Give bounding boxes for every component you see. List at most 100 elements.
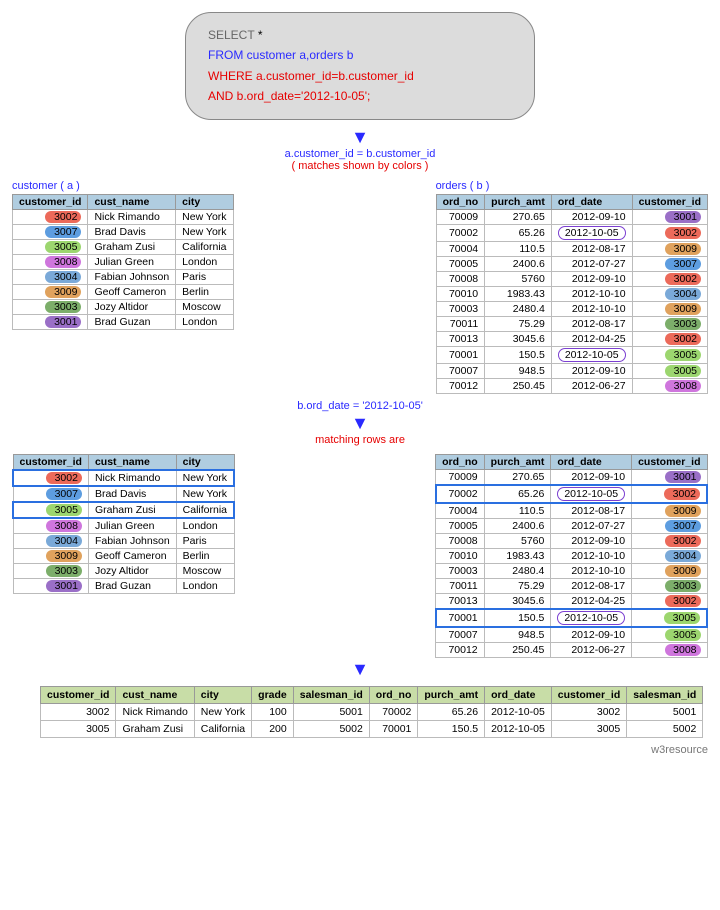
- ord-date: 2012-09-10: [551, 271, 632, 286]
- result-row: 3002Nick RimandoNew York10050017000265.2…: [41, 703, 703, 720]
- order-row: 700032480.42012-10-103009: [436, 301, 707, 316]
- order-row: 700101983.432012-10-103004: [436, 286, 707, 301]
- ord-date: 2012-10-10: [551, 301, 632, 316]
- purch-amt: 250.45: [484, 642, 551, 657]
- ord-no: 70007: [436, 627, 485, 643]
- q3b: a.customer_id=b.customer_id: [256, 69, 414, 83]
- order-row: 70004110.52012-08-173009: [436, 241, 707, 256]
- col-ord_no: ord_no: [369, 686, 418, 703]
- order-customer-id-chip: 3002: [665, 333, 701, 345]
- cust-city: New York: [176, 209, 233, 224]
- customer-row: 3005Graham ZusiCalifornia: [13, 502, 234, 518]
- purch-amt: 3045.6: [485, 331, 552, 346]
- customer-id-chip: 3004: [46, 535, 82, 547]
- result-cell: 3005: [551, 720, 626, 737]
- sql-query-box: SELECT * FROM customer a,orders b WHERE …: [185, 12, 535, 120]
- cust-city: California: [176, 502, 234, 518]
- result-cell: 3002: [551, 703, 626, 720]
- tables-row-2: customer_idcust_namecity3002Nick Rimando…: [12, 454, 708, 658]
- cust-city: Berlin: [176, 284, 233, 299]
- col-purch_amt: purch_amt: [484, 454, 551, 469]
- ord-date: 2012-09-10: [551, 627, 632, 643]
- result-row: 3005Graham ZusiCalifornia200500270001150…: [41, 720, 703, 737]
- customer-row: 3002Nick RimandoNew York: [13, 209, 234, 224]
- ord-date: 2012-04-25: [551, 593, 632, 609]
- customer-id-chip: 3003: [45, 301, 81, 313]
- col-grade: grade: [252, 686, 294, 703]
- order-customer-id-chip: 3009: [665, 303, 701, 315]
- order-customer-id-chip: 3007: [665, 520, 701, 532]
- customer-row: 3004Fabian JohnsonParis: [13, 269, 234, 284]
- ord-date: 2012-09-10: [551, 469, 632, 485]
- q2b: customer a,orders b: [247, 48, 354, 62]
- ord-date: 2012-07-27: [551, 256, 632, 271]
- col-city: city: [176, 194, 233, 209]
- purch-amt: 110.5: [485, 241, 552, 256]
- col-cust_name: cust_name: [116, 686, 194, 703]
- cust-name: Brad Davis: [88, 224, 176, 239]
- customer-id-chip: 3005: [46, 504, 82, 516]
- result-table: customer_idcust_namecitygradesalesman_id…: [40, 686, 703, 738]
- ord-no: 70009: [436, 209, 485, 224]
- customer-id-chip: 3003: [46, 565, 82, 577]
- col-customer_id: customer_id: [632, 194, 707, 209]
- ord-no: 70004: [436, 241, 485, 256]
- ord-date: 2012-10-10: [551, 563, 632, 578]
- orders-table-highlighted: ord_nopurch_amtord_datecustomer_id700092…: [435, 454, 708, 658]
- cust-city: London: [176, 578, 234, 593]
- purch-amt: 2480.4: [485, 301, 552, 316]
- order-customer-id-chip: 3001: [665, 211, 701, 223]
- ord-date: 2012-08-17: [551, 503, 632, 519]
- ord-date: 2012-10-05: [551, 609, 632, 627]
- kw-from: FROM: [208, 48, 247, 62]
- customer-id-chip: 3008: [45, 256, 81, 268]
- customer-row: 3008Julian GreenLondon: [13, 518, 234, 534]
- ord-no: 70013: [436, 331, 485, 346]
- purch-amt: 150.5: [485, 346, 552, 363]
- order-row: 7001175.292012-08-173003: [436, 578, 707, 593]
- customer-id-chip: 3004: [45, 271, 81, 283]
- result-cell: Graham Zusi: [116, 720, 194, 737]
- orders-table: ord_nopurch_amtord_datecustomer_id700092…: [436, 194, 708, 394]
- customer-table: customer_idcust_namecity3002Nick Rimando…: [12, 194, 234, 330]
- order-row: 700101983.432012-10-103004: [436, 548, 707, 563]
- ord-no: 70008: [436, 271, 485, 286]
- join-sub-caption: ( matches shown by colors ): [12, 160, 708, 172]
- cust-name: Geoff Cameron: [88, 284, 176, 299]
- cust-city: Paris: [176, 269, 233, 284]
- order-row: 70007948.52012-09-103005: [436, 363, 707, 378]
- col-cust_name: cust_name: [88, 194, 176, 209]
- purch-amt: 270.65: [485, 209, 552, 224]
- result-cell: 200: [252, 720, 294, 737]
- order-row: 7000857602012-09-103002: [436, 271, 707, 286]
- col-ord_date: ord_date: [551, 194, 632, 209]
- purch-amt: 250.45: [485, 378, 552, 393]
- purch-amt: 110.5: [484, 503, 551, 519]
- col-purch_amt: purch_amt: [418, 686, 485, 703]
- ord-no: 70010: [436, 548, 485, 563]
- purch-amt: 75.29: [484, 578, 551, 593]
- ord-date: 2012-06-27: [551, 378, 632, 393]
- col-customer_id: customer_id: [632, 454, 707, 469]
- col-city: city: [176, 454, 234, 470]
- order-row: 70012250.452012-06-273008: [436, 642, 707, 657]
- customer-row: 3007Brad DavisNew York: [13, 224, 234, 239]
- ord-no: 70005: [436, 256, 485, 271]
- result-cell: 150.5: [418, 720, 485, 737]
- cust-name: Brad Guzan: [88, 578, 176, 593]
- customer-table-highlighted: customer_idcust_namecity3002Nick Rimando…: [12, 454, 235, 594]
- order-customer-id-chip: 3005: [665, 349, 701, 361]
- order-row: 7000857602012-09-103002: [436, 533, 707, 548]
- purch-amt: 5760: [484, 533, 551, 548]
- purch-amt: 65.26: [484, 485, 551, 503]
- purch-amt: 948.5: [484, 627, 551, 643]
- arrow-down-icon: ▼: [12, 128, 708, 146]
- order-customer-id-chip: 3002: [665, 227, 701, 239]
- purch-amt: 150.5: [484, 609, 551, 627]
- result-cell: 5002: [293, 720, 369, 737]
- customer-id-chip: 3009: [46, 550, 82, 562]
- customer-id-chip: 3009: [45, 286, 81, 298]
- filter-row: b.ord_date = '2012-10-05': [12, 400, 708, 412]
- customer-id-chip: 3001: [45, 316, 81, 328]
- purch-amt: 2400.6: [484, 518, 551, 533]
